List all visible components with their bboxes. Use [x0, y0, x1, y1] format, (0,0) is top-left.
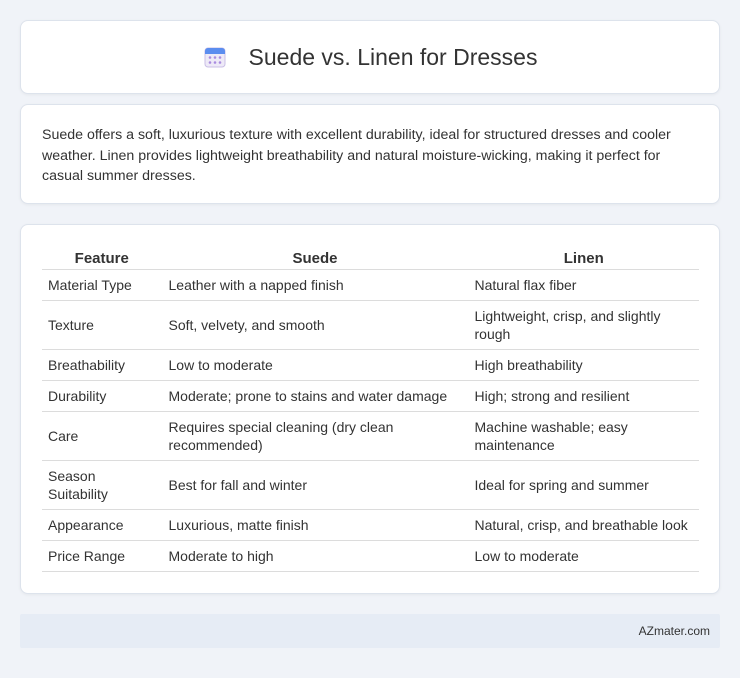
header-suede: Suede [161, 247, 468, 270]
table-row: Care Requires special cleaning (dry clea… [42, 411, 699, 461]
footer: AZmater.com [20, 614, 720, 648]
table-row: Appearance Luxurious, matte finish Natur… [42, 509, 699, 541]
title-card: Suede vs. Linen for Dresses [20, 20, 720, 94]
calendar-icon [204, 47, 226, 68]
linen-cell: Machine washable; easy maintenance [467, 411, 699, 461]
title-wrap: Suede vs. Linen for Dresses [203, 43, 538, 71]
feature-cell: Texture [42, 300, 162, 350]
table-row: Texture Soft, velvety, and smooth Lightw… [42, 300, 699, 350]
footer-site-link[interactable]: AZmater.com [639, 624, 710, 638]
feature-cell: Appearance [42, 509, 162, 541]
summary-card: Suede offers a soft, luxurious texture w… [20, 104, 720, 204]
suede-cell: Leather with a napped finish [161, 269, 468, 301]
linen-cell: Natural flax fiber [467, 269, 699, 301]
table-header-row: Feature Suede Linen [42, 247, 699, 270]
suede-cell: Luxurious, matte finish [161, 509, 468, 541]
suede-cell: Requires special cleaning (dry clean rec… [161, 411, 468, 461]
table-row: Durability Moderate; prone to stains and… [42, 380, 699, 412]
table-row: Price Range Moderate to high Low to mode… [42, 540, 699, 572]
suede-cell: Moderate; prone to stains and water dama… [161, 380, 468, 412]
linen-cell: Natural, crisp, and breathable look [467, 509, 699, 541]
comparison-table: Feature Suede Linen Material Type Leathe… [42, 247, 699, 572]
linen-cell: High breathability [467, 349, 699, 381]
feature-cell: Breathability [42, 349, 162, 381]
table-row: Breathability Low to moderate High breat… [42, 349, 699, 381]
page-title: Suede vs. Linen for Dresses [248, 43, 538, 70]
linen-cell: High; strong and resilient [467, 380, 699, 412]
suede-cell: Low to moderate [161, 349, 468, 381]
table-row: Season Suitability Best for fall and win… [42, 460, 699, 510]
feature-cell: Care [42, 411, 162, 461]
feature-cell: Season Suitability [42, 460, 162, 510]
linen-cell: Lightweight, crisp, and slightly rough [467, 300, 699, 350]
feature-cell: Price Range [42, 540, 162, 572]
header-linen: Linen [467, 247, 699, 270]
feature-cell: Durability [42, 380, 162, 412]
linen-cell: Low to moderate [467, 540, 699, 572]
summary-text: Suede offers a soft, luxurious texture w… [42, 127, 671, 184]
suede-cell: Soft, velvety, and smooth [161, 300, 468, 350]
feature-cell: Material Type [42, 269, 162, 301]
header-feature: Feature [42, 247, 162, 270]
suede-cell: Best for fall and winter [161, 460, 468, 510]
comparison-table-card: Feature Suede Linen Material Type Leathe… [20, 224, 720, 594]
suede-cell: Moderate to high [161, 540, 468, 572]
table-row: Material Type Leather with a napped fini… [42, 269, 699, 301]
linen-cell: Ideal for spring and summer [467, 460, 699, 510]
